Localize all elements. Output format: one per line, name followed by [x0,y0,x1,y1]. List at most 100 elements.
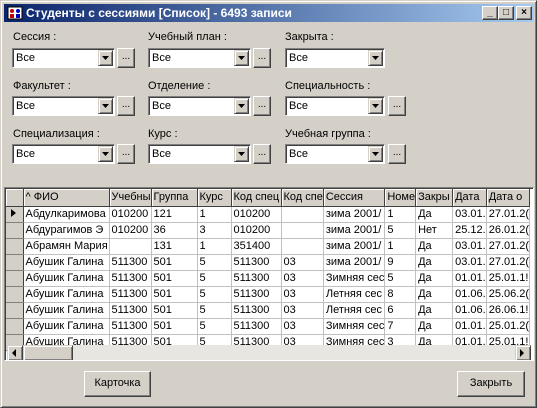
column-header[interactable]: Курс [197,189,232,207]
table-cell[interactable]: 03 [281,286,324,303]
table-cell[interactable]: Да [415,206,454,223]
table-cell[interactable]: 03.01. [452,238,487,255]
faculty-more-button[interactable]: ... [117,96,135,116]
table-row[interactable]: Абушик Галина 511300 501 5 511300 03 Зимняя се… [6,318,531,335]
table-cell[interactable] [109,238,152,255]
specialty-select[interactable]: Все [285,96,385,116]
table-cell[interactable]: зима 2001/ [323,206,386,223]
table-cell[interactable]: Летняя сес [323,302,386,319]
column-header[interactable]: Номе [384,189,417,207]
table-cell[interactable] [281,238,324,255]
table-cell[interactable]: 501 [151,302,198,319]
table-cell[interactable]: 6 [384,302,417,319]
table-cell[interactable]: 03 [281,302,324,319]
table-cell[interactable]: Нет [415,222,454,239]
table-cell[interactable]: 9 [384,254,417,271]
table-cell[interactable]: 511300 [109,270,152,287]
table-cell[interactable]: 501 [151,270,198,287]
title-bar[interactable]: Студенты с сессиями [Список] - 6493 запи… [4,4,534,22]
table-cell[interactable]: 1 [384,238,417,255]
column-header[interactable]: Группа [151,189,198,207]
scroll-thumb[interactable] [23,345,73,360]
table-cell[interactable]: 5 [384,270,417,287]
table-cell[interactable]: Абушик Галина [23,302,110,319]
table-cell[interactable]: 25.01.1! [486,270,531,287]
faculty-select[interactable]: Все [12,96,115,116]
table-cell[interactable]: 01.01. [452,270,487,287]
specialization-select[interactable]: Все [12,144,115,164]
closed-select[interactable]: Все [285,48,385,68]
dropdown-arrow-icon[interactable] [98,50,113,66]
table-row[interactable]: Абушик Галина 511300 501 5 511300 03 Летняя се… [6,286,531,303]
table-cell[interactable]: 27.01.2( [486,238,531,255]
table-cell[interactable]: 01.06. [452,302,487,319]
plan-more-button[interactable]: ... [253,48,271,68]
table-row[interactable]: Абдурагимов Э 010200 36 3 010200 зима 2001/5 Н… [6,222,531,239]
table-cell[interactable]: Абдурагимов Э [23,222,110,239]
group-select[interactable]: Все [285,144,385,164]
table-cell[interactable]: 03 [281,270,324,287]
table-cell[interactable]: Зимняя сес [323,318,386,335]
session-more-button[interactable]: ... [117,48,135,68]
dropdown-arrow-icon[interactable] [98,146,113,162]
table-cell[interactable]: 501 [151,318,198,335]
table-cell[interactable]: 03 [281,318,324,335]
table-cell[interactable]: Абушик Галина [23,270,110,287]
dropdown-arrow-icon[interactable] [368,98,383,114]
table-cell[interactable]: Да [415,302,454,319]
table-cell[interactable]: 511300 [231,318,282,335]
table-cell[interactable]: 351400 [231,238,282,255]
table-cell[interactable]: 1 [197,206,232,223]
table-cell[interactable]: 010200 [109,222,152,239]
card-button[interactable]: Карточка [84,371,151,397]
table-cell[interactable]: 010200 [231,206,282,223]
table-cell[interactable]: 511300 [109,318,152,335]
table-cell[interactable]: 511300 [109,302,152,319]
table-cell[interactable]: 5 [197,318,232,335]
horizontal-scrollbar[interactable] [7,345,531,360]
column-header[interactable]: Код спец [231,189,282,207]
table-cell[interactable] [281,222,324,239]
column-header[interactable]: Дата [452,189,487,207]
session-select[interactable]: Все [12,48,115,68]
table-cell[interactable]: 03.01. [452,254,487,271]
department-more-button[interactable]: ... [253,96,271,116]
table-cell[interactable]: 8 [384,286,417,303]
table-cell[interactable]: Абдулкаримова [23,206,110,223]
table-cell[interactable]: Абушик Галина [23,254,110,271]
plan-select[interactable]: Все [148,48,251,68]
course-more-button[interactable]: ... [253,144,271,164]
table-cell[interactable]: 27.01.2( [486,206,531,223]
column-header[interactable]: Дата о [486,189,531,207]
table-cell[interactable]: 01.06. [452,286,487,303]
table-cell[interactable]: 36 [151,222,198,239]
minimize-button[interactable]: _ [482,6,498,20]
course-select[interactable]: Все [148,144,251,164]
table-cell[interactable]: 5 [197,302,232,319]
column-header[interactable]: Закры [415,189,454,207]
table-cell[interactable]: 25.06.2( [486,286,531,303]
table-cell[interactable]: 25.12. [452,222,487,239]
specialty-more-button[interactable]: ... [388,96,406,116]
table-cell[interactable] [281,206,324,223]
dropdown-arrow-icon[interactable] [234,50,249,66]
table-row[interactable]: Абушик Галина 511300 501 5 511300 03 Летняя се… [6,302,531,319]
table-cell[interactable]: 121 [151,206,198,223]
column-header[interactable]: Учебны [109,189,152,207]
table-row[interactable]: Абрамян Мария 131 1 351400 зима 2001/1 Да 03.0… [6,238,531,255]
maximize-button[interactable]: □ [498,6,514,20]
table-cell[interactable]: 131 [151,238,198,255]
table-cell[interactable]: зима 2001/ [323,238,386,255]
table-cell[interactable]: зима 2001/ [323,222,386,239]
table-cell[interactable]: 511300 [231,270,282,287]
close-button[interactable]: Закрыть [457,371,525,397]
table-cell[interactable]: 01.01. [452,318,487,335]
dropdown-arrow-icon[interactable] [98,98,113,114]
table-cell[interactable]: 5 [197,254,232,271]
dropdown-arrow-icon[interactable] [234,98,249,114]
table-cell[interactable]: Абушик Галина [23,286,110,303]
table-cell[interactable]: 5 [384,222,417,239]
table-cell[interactable]: Да [415,286,454,303]
table-row[interactable]: Абушик Галина 511300 501 5 511300 03 зима 2001… [6,254,531,271]
table-cell[interactable]: Да [415,270,454,287]
